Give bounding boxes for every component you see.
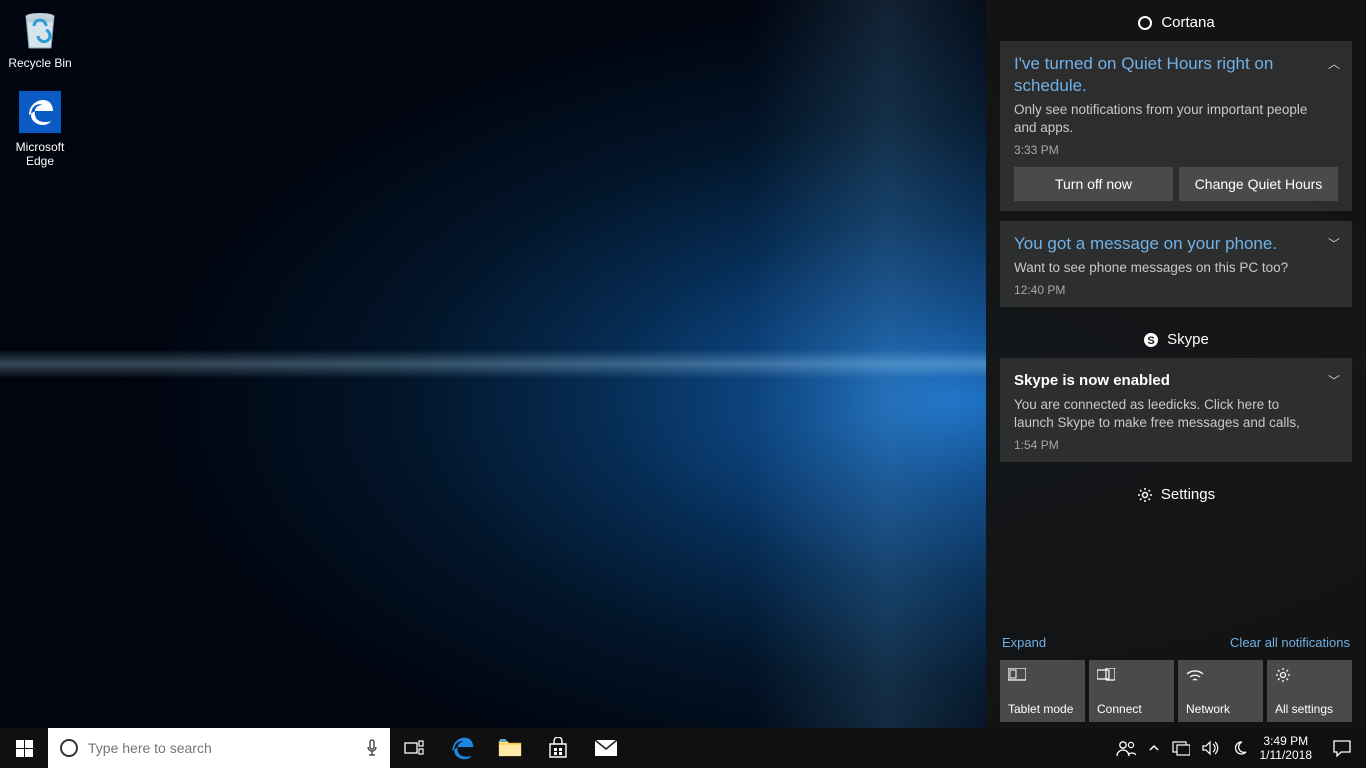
- group-app-name: Cortana: [1161, 14, 1214, 31]
- notification-title: I've turned on Quiet Hours right on sche…: [1014, 53, 1338, 97]
- clear-all-link[interactable]: Clear all notifications: [1230, 635, 1350, 650]
- tablet-mode-icon: [1008, 666, 1077, 684]
- taskbar-app-file-explorer[interactable]: [486, 728, 534, 768]
- taskbar-app-edge[interactable]: [438, 728, 486, 768]
- system-tray: 3:49 PM 1/11/2018: [1110, 728, 1366, 768]
- quick-action-all-settings[interactable]: All settings: [1267, 660, 1352, 722]
- quick-action-tablet-mode[interactable]: Tablet mode: [1000, 660, 1085, 722]
- quick-action-label: Tablet mode: [1008, 702, 1077, 716]
- taskbar-app-mail[interactable]: [582, 728, 630, 768]
- taskbar: 3:49 PM 1/11/2018: [0, 728, 1366, 768]
- tray-volume-icon[interactable]: [1196, 728, 1226, 768]
- clock-date: 1/11/2018: [1260, 748, 1313, 762]
- chevron-down-icon[interactable]: ﹀: [1328, 235, 1340, 252]
- notification-card[interactable]: ﹀ Skype is now enabled You are connected…: [1000, 358, 1352, 462]
- tray-overflow[interactable]: [1142, 728, 1166, 768]
- quick-action-label: Connect: [1097, 702, 1166, 716]
- notification-time: 3:33 PM: [1014, 143, 1338, 157]
- cortana-icon: [60, 739, 78, 757]
- notification-body: Only see notifications from your importa…: [1014, 101, 1338, 137]
- cortana-icon: [1137, 15, 1153, 31]
- notification-time: 12:40 PM: [1014, 283, 1338, 297]
- desktop-icon-label: Microsoft Edge: [2, 140, 78, 168]
- network-icon: [1186, 666, 1255, 684]
- taskbar-spacer: [630, 728, 1110, 768]
- notification-group-header-cortana[interactable]: Cortana: [1000, 0, 1352, 41]
- notification-body: Want to see phone messages on this PC to…: [1014, 259, 1338, 277]
- skype-icon: S: [1143, 332, 1159, 348]
- notification-card[interactable]: ﹀ You got a message on your phone. Want …: [1000, 221, 1352, 307]
- notification-group-header-skype[interactable]: S Skype: [1000, 317, 1352, 358]
- group-app-name: Skype: [1167, 331, 1209, 348]
- microphone-icon[interactable]: [354, 739, 390, 757]
- action-center-button[interactable]: [1318, 728, 1366, 768]
- quick-action-connect[interactable]: Connect: [1089, 660, 1174, 722]
- quick-action-label: Network: [1186, 702, 1255, 716]
- change-quiet-hours-button[interactable]: Change Quiet Hours: [1179, 167, 1338, 201]
- search-input[interactable]: [88, 740, 354, 756]
- recycle-bin-icon: [16, 4, 64, 52]
- action-center-panel: Cortana ︿ I've turned on Quiet Hours rig…: [986, 0, 1366, 728]
- tray-people[interactable]: [1110, 728, 1142, 768]
- expand-link[interactable]: Expand: [1002, 635, 1046, 650]
- taskbar-search[interactable]: [48, 728, 390, 768]
- quick-action-network[interactable]: Network: [1178, 660, 1263, 722]
- turn-off-button[interactable]: Turn off now: [1014, 167, 1173, 201]
- task-view-button[interactable]: [390, 728, 438, 768]
- desktop-icon-recycle-bin[interactable]: Recycle Bin: [2, 4, 78, 70]
- chevron-up-icon[interactable]: ︿: [1328, 55, 1340, 72]
- taskbar-app-store[interactable]: [534, 728, 582, 768]
- desktop-icon-label: Recycle Bin: [2, 56, 78, 70]
- gear-icon: [1275, 666, 1344, 684]
- tray-clock[interactable]: 3:49 PM 1/11/2018: [1254, 728, 1319, 768]
- tray-network-icon[interactable]: [1166, 728, 1196, 768]
- connect-icon: [1097, 666, 1166, 684]
- notification-card[interactable]: ︿ I've turned on Quiet Hours right on sc…: [1000, 41, 1352, 211]
- clock-time: 3:49 PM: [1263, 734, 1308, 748]
- start-button[interactable]: [0, 728, 48, 768]
- quick-action-label: All settings: [1275, 702, 1344, 716]
- quick-actions-grid: Tablet mode Connect Network All settings: [1000, 660, 1352, 722]
- gear-icon: [1137, 487, 1153, 503]
- notification-body: You are connected as leedicks. Click her…: [1014, 396, 1338, 432]
- tray-quiet-hours-icon[interactable]: [1226, 728, 1254, 768]
- chevron-down-icon[interactable]: ﹀: [1328, 372, 1340, 389]
- desktop-icon-edge[interactable]: Microsoft Edge: [2, 88, 78, 168]
- group-app-name: Settings: [1161, 486, 1215, 503]
- edge-icon: [16, 88, 64, 136]
- notification-title: You got a message on your phone.: [1014, 233, 1338, 255]
- svg-text:S: S: [1147, 335, 1154, 347]
- notification-group-header-settings[interactable]: Settings: [1000, 472, 1352, 513]
- notification-time: 1:54 PM: [1014, 438, 1338, 452]
- notification-title: Skype is now enabled: [1014, 370, 1338, 392]
